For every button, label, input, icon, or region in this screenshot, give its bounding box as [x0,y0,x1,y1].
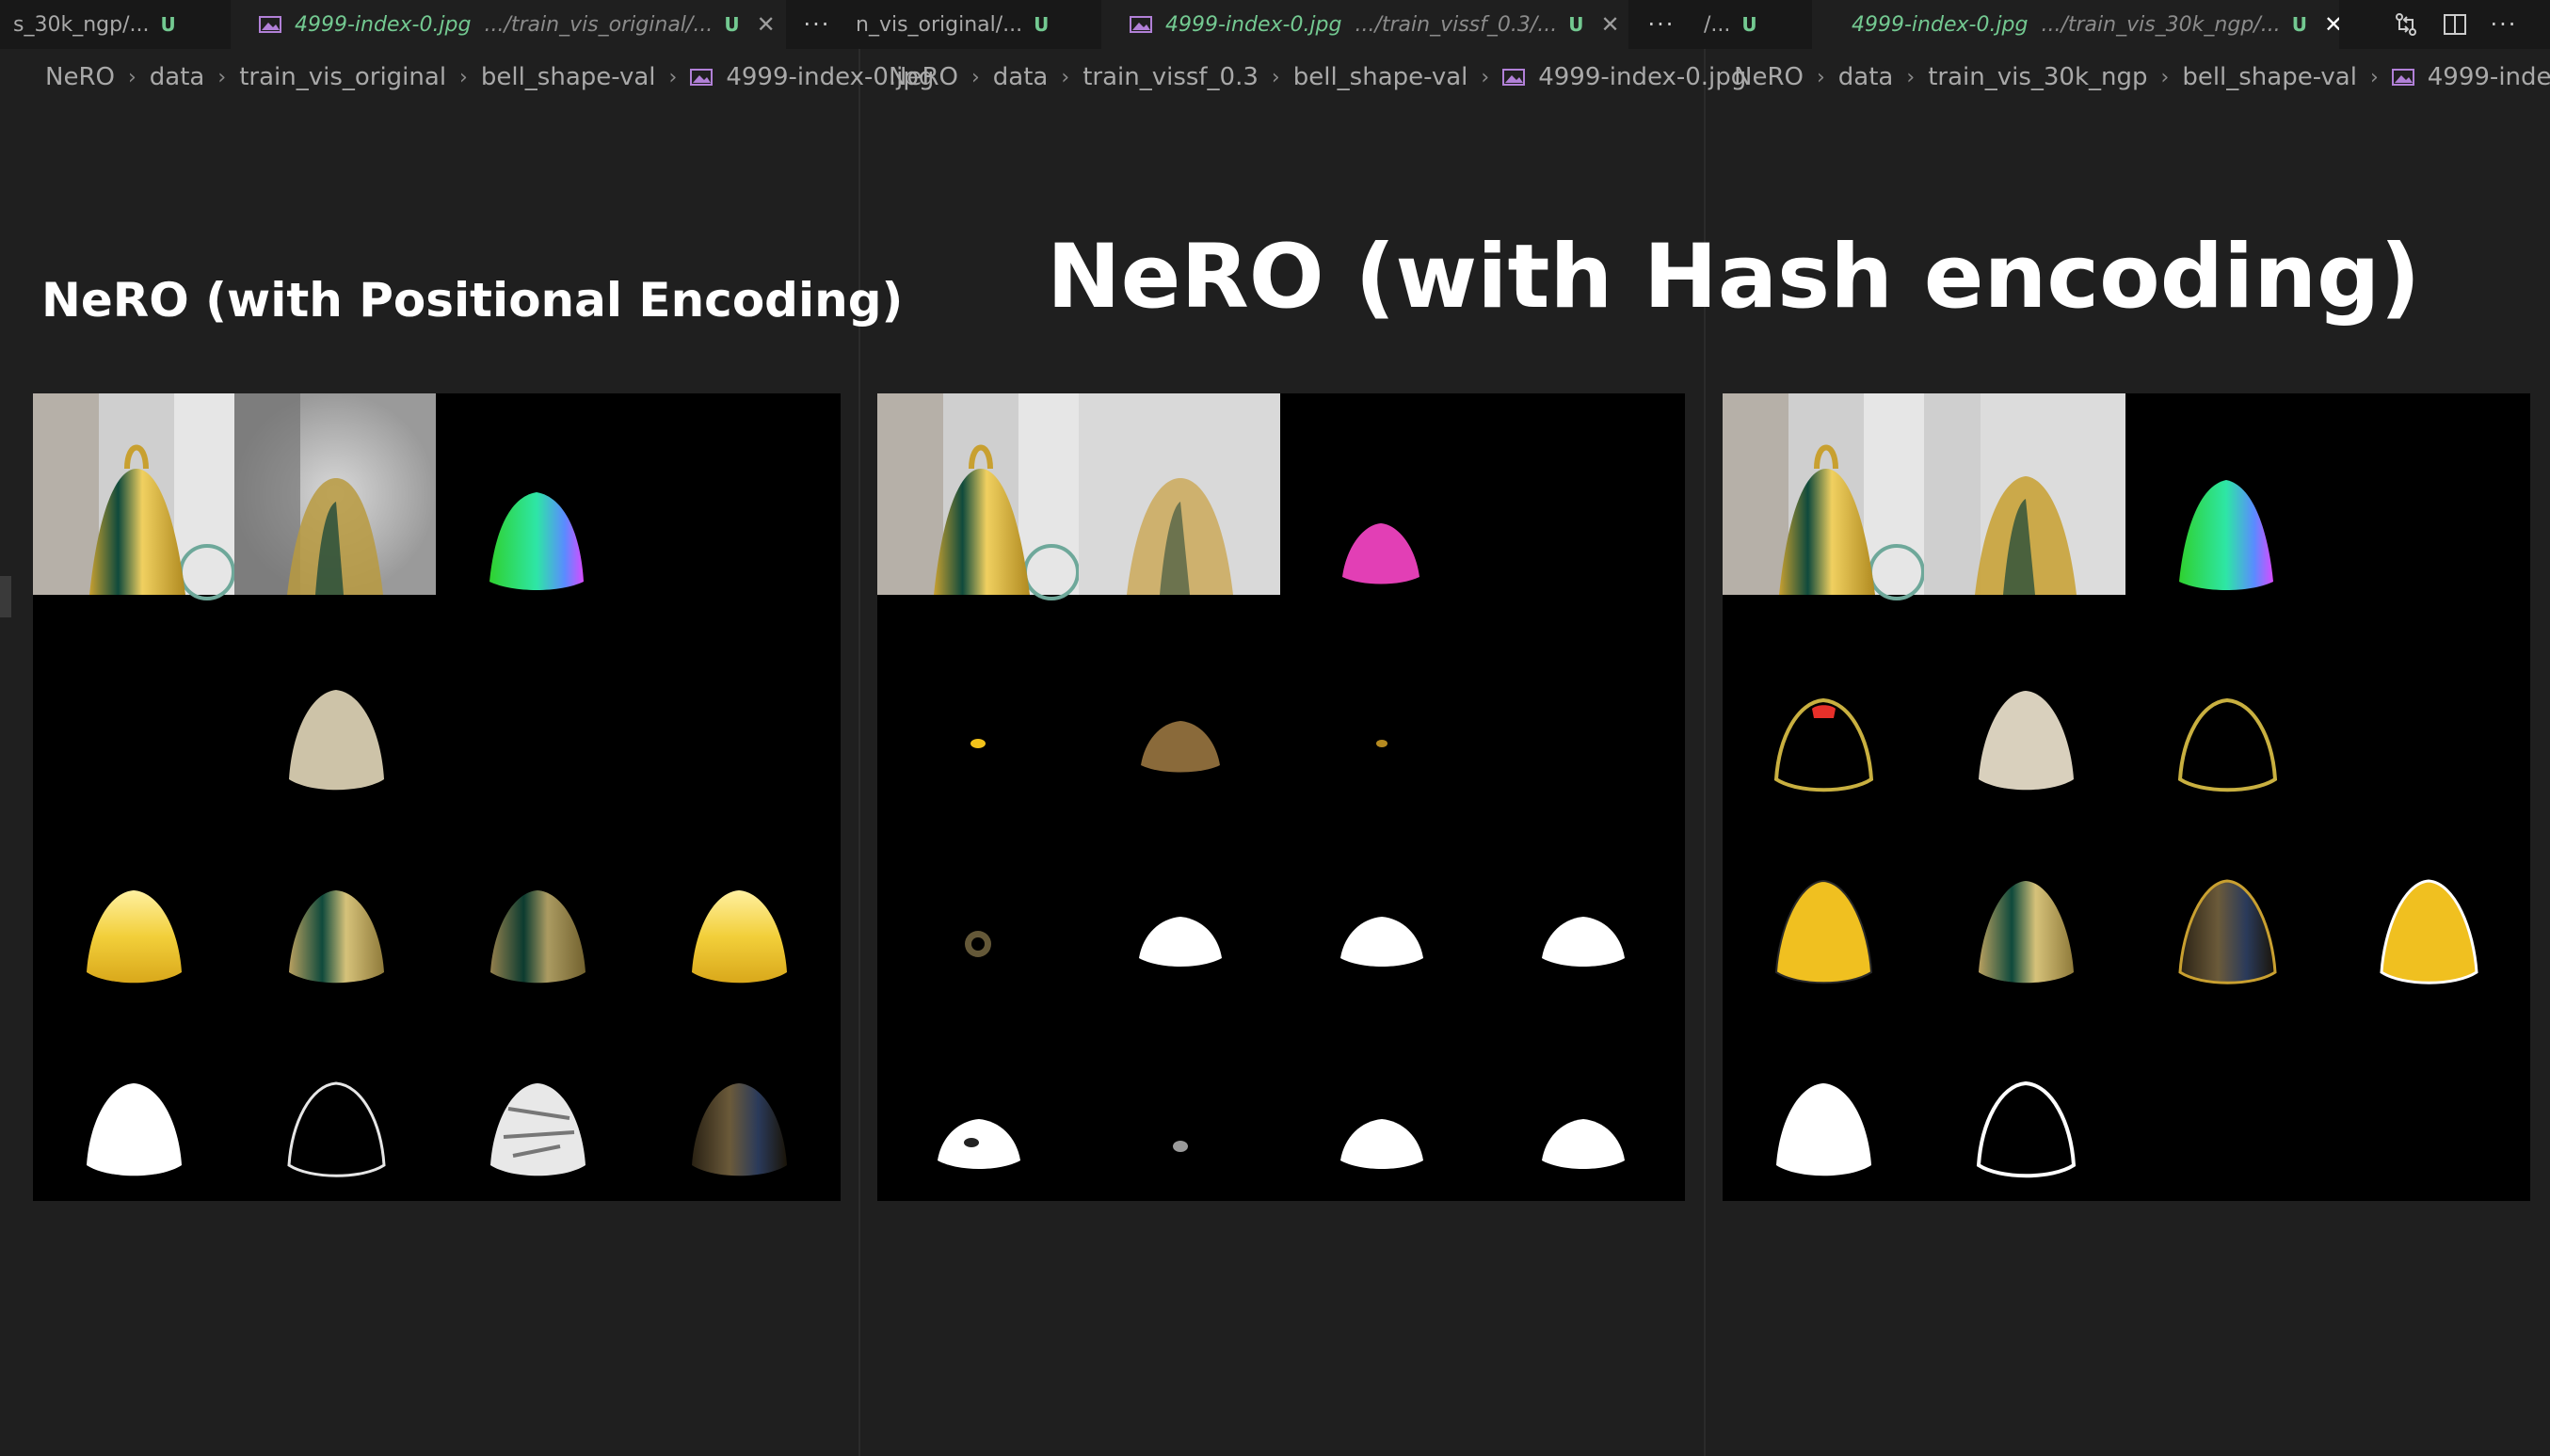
breadcrumb: NeRO › data › train_vis_original › bell_sha… [45,63,935,91]
image-title-hash: NeRO (with Hash encoding) [1047,226,2421,328]
tab-5[interactable]: 4999-index-0.jpg .../train_vis_30k_ngp/.… [1812,0,2339,49]
breadcrumb-item[interactable]: train_vis_30k_ngp [1928,63,2147,91]
breadcrumb-item[interactable]: data [993,63,1049,91]
breadcrumb-item[interactable]: data [1838,63,1894,91]
more-actions-icon[interactable]: ··· [1643,0,1680,49]
image-viewer[interactable] [33,393,841,1201]
modified-badge: U [1741,13,1757,36]
tab-path: .../train_vis_30k_ngp/... [2041,12,2281,37]
close-icon[interactable]: ✕ [757,11,776,38]
tab-filename: 4999-index-0.jpg [1852,12,2029,37]
result-grid-image [33,393,787,1177]
breadcrumb-item[interactable]: bell_shape-val [1293,63,1468,91]
image-file-icon [690,69,714,86]
tab-3[interactable]: 4999-index-0.jpg .../train_vissf_0.3/...… [1101,0,1628,49]
tab-path: s_30k_ngp/... [13,12,150,37]
tab-path: /... [1704,12,1731,37]
breadcrumb-item[interactable]: bell_shape-val [481,63,656,91]
breadcrumb-item[interactable]: data [150,63,205,91]
close-icon[interactable]: ✕ [1601,11,1620,38]
image-file-icon [259,16,281,33]
breadcrumb-item[interactable]: NeRO [45,63,115,91]
tab-4[interactable]: /... U [1694,0,1788,49]
modified-badge: U [724,13,740,36]
tab-path: .../train_vissf_0.3/... [1355,12,1558,37]
modified-badge: U [1568,13,1584,36]
breadcrumb-item[interactable]: NeRO [889,63,958,91]
compare-changes-icon[interactable] [2382,12,2430,37]
more-actions-icon[interactable]: ··· [798,0,836,49]
breadcrumb-item[interactable]: bell_shape-val [2182,63,2357,91]
breadcrumb: NeRO › data › train_vissf_0.3 › bell_shape-… [889,63,1747,91]
tab-2[interactable]: n_vis_original/... U [852,0,1068,49]
result-grid-image [1723,393,2478,1178]
image-file-icon [1502,69,1526,86]
breadcrumb: NeRO › data › train_vis_30k_ngp › bell_shap… [1734,49,2550,105]
modified-badge: U [2291,13,2307,36]
close-icon[interactable]: ✕ [2324,11,2339,38]
breadcrumb-item[interactable]: train_vis_original [239,63,446,91]
image-file-icon [2391,69,2414,86]
split-editor-icon[interactable] [2430,12,2479,37]
tab-1[interactable]: 4999-index-0.jpg .../train_vis_original/… [231,0,786,49]
result-grid-image [877,393,1625,1169]
tab-path: .../train_vis_original/... [484,12,714,37]
more-actions-icon[interactable]: ··· [2479,11,2528,38]
tab-strip: s_30k_ngp/... U 4999-index-0.jpg .../tra… [0,0,2550,49]
tab-0[interactable]: s_30k_ngp/... U [0,0,231,49]
modified-badge: U [160,13,176,36]
modified-badge: U [1034,13,1050,36]
tab-filename: 4999-index-0.jpg [1165,12,1342,37]
editor-actions: ··· [2382,0,2528,49]
breadcrumb-item[interactable]: train_vissf_0.3 [1083,63,1259,91]
image-title-positional: NeRO (with Positional Encoding) [41,273,904,328]
image-viewer[interactable] [877,393,1685,1201]
image-viewer[interactable] [1723,393,2530,1201]
breadcrumb-item[interactable]: NeRO [1734,63,1804,91]
tab-path: n_vis_original/... [856,12,1023,37]
breadcrumb-item[interactable]: 4999-index-0.jpg [2428,63,2550,91]
tab-filename: 4999-index-0.jpg [295,12,472,37]
image-file-icon [1130,16,1152,33]
